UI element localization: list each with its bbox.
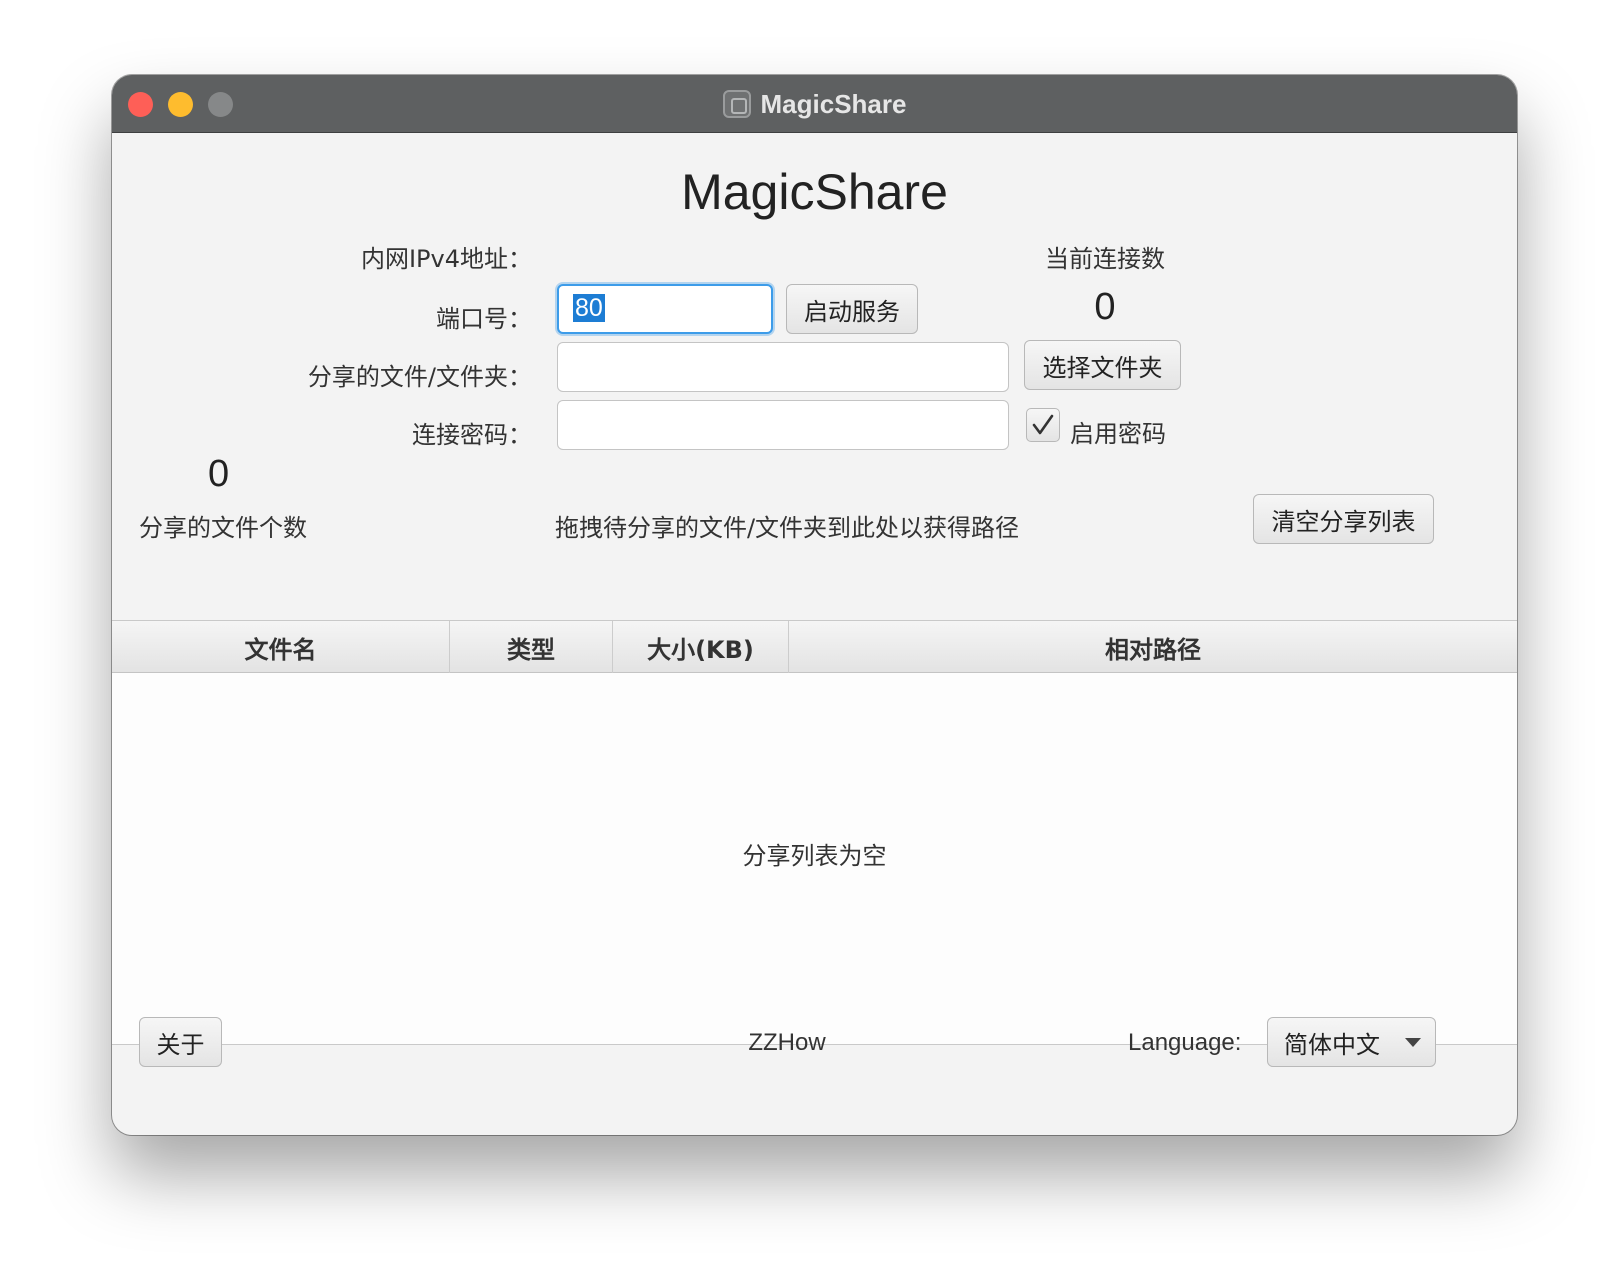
clear-share-list-button[interactable]: 清空分享列表 <box>1253 494 1434 544</box>
window-title: MagicShare <box>760 88 907 119</box>
port-label: 端口号： <box>436 305 532 333</box>
ipv4-label: 内网IPv4地址： <box>360 245 532 273</box>
port-input-value: 80 <box>573 294 605 322</box>
password-input[interactable] <box>557 400 1009 450</box>
choose-folder-button[interactable]: 选择文件夹 <box>1024 340 1181 390</box>
share-list-table[interactable]: 文件名 类型 大小(KB) 相对路径 分享列表为空 <box>112 620 1517 1045</box>
table-header: 文件名 类型 大小(KB) 相对路径 <box>112 621 1517 673</box>
checkmark-icon <box>1032 414 1054 435</box>
page-title: MagicShare <box>681 164 948 220</box>
window-title-group: MagicShare <box>112 75 1517 133</box>
title-bar: MagicShare <box>112 75 1517 133</box>
language-selected-value: 简体中文 <box>1284 1030 1380 1059</box>
connections-count: 0 <box>1094 286 1116 328</box>
column-header-relative-path[interactable]: 相对路径 <box>789 621 1517 673</box>
chevron-down-icon <box>1405 1038 1421 1047</box>
shared-path-input[interactable] <box>557 342 1009 392</box>
app-icon <box>722 90 751 118</box>
language-label: Language: <box>1128 1029 1242 1056</box>
connections-label: 当前连接数 <box>1045 245 1165 273</box>
shared-file-count: 0 <box>208 453 230 495</box>
empty-table-placeholder: 分享列表为空 <box>742 842 887 870</box>
start-service-button[interactable]: 启动服务 <box>786 284 918 334</box>
column-header-size[interactable]: 大小(KB) <box>613 621 789 673</box>
app-window: MagicShare MagicShare 内网IPv4地址： 当前连接数 端口… <box>112 75 1517 1135</box>
enable-password-label: 启用密码 <box>1070 420 1166 448</box>
port-input[interactable]: 80 <box>557 284 773 334</box>
password-label: 连接密码： <box>412 421 532 449</box>
column-header-type[interactable]: 类型 <box>450 621 613 673</box>
enable-password-checkbox[interactable] <box>1026 408 1060 442</box>
shared-path-label: 分享的文件/文件夹： <box>307 363 532 391</box>
language-select[interactable]: 简体中文 <box>1267 1017 1436 1067</box>
author-label: ZZHow <box>748 1029 826 1056</box>
column-header-filename[interactable]: 文件名 <box>112 621 450 673</box>
main-content: MagicShare 内网IPv4地址： 当前连接数 端口号： 80 启动服务 … <box>112 133 1517 1135</box>
